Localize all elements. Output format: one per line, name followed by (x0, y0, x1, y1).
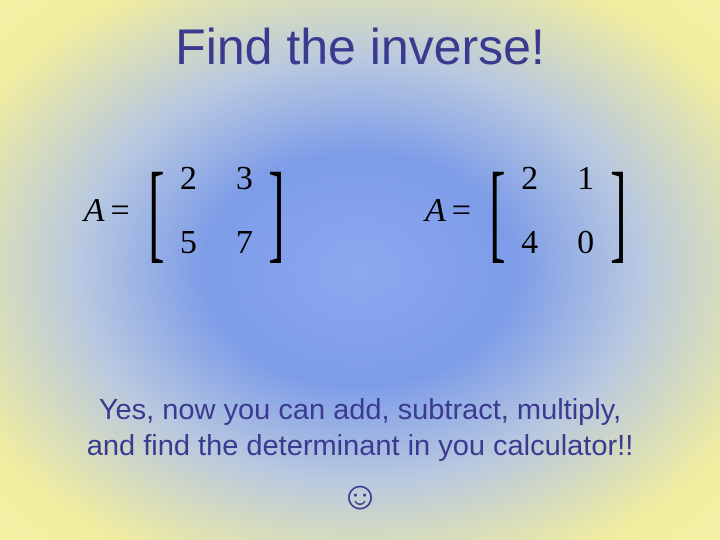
right-bracket-icon: ] (268, 170, 284, 253)
matrix-row: A = [ 2 3 5 7 ] A = [ 2 1 4 0 ] (0, 160, 720, 262)
matrix-expression-left: A = [ 2 3 5 7 ] (84, 160, 295, 262)
matrix-cell: 1 (576, 160, 596, 198)
matrix-variable: A (425, 192, 446, 230)
matrix-cell: 0 (576, 224, 596, 262)
equals-sign: = (452, 192, 471, 230)
slide-title: Find the inverse! (0, 18, 720, 76)
caption-line: Yes, now you can add, subtract, multiply… (40, 392, 680, 428)
caption-line: and find the determinant in you calculat… (40, 428, 680, 464)
left-bracket-icon: [ (489, 170, 505, 253)
matrix-cell: 7 (234, 224, 254, 262)
matrix-cell: 5 (178, 224, 198, 262)
matrix-cell: 2 (520, 160, 540, 198)
smiley-icon: ☺ (0, 474, 720, 519)
matrix-expression-right: A = [ 2 1 4 0 ] (425, 160, 636, 262)
matrix-variable: A (84, 192, 105, 230)
right-bracket-icon: ] (610, 170, 626, 253)
matrix-cell: 2 (178, 160, 198, 198)
matrix-grid: 2 1 4 0 (516, 160, 600, 262)
equals-sign: = (111, 192, 130, 230)
left-bracket-icon: [ (148, 170, 164, 253)
bottom-caption: Yes, now you can add, subtract, multiply… (0, 392, 720, 465)
matrix-cell: 4 (520, 224, 540, 262)
matrix-grid: 2 3 5 7 (174, 160, 258, 262)
matrix-cell: 3 (234, 160, 254, 198)
